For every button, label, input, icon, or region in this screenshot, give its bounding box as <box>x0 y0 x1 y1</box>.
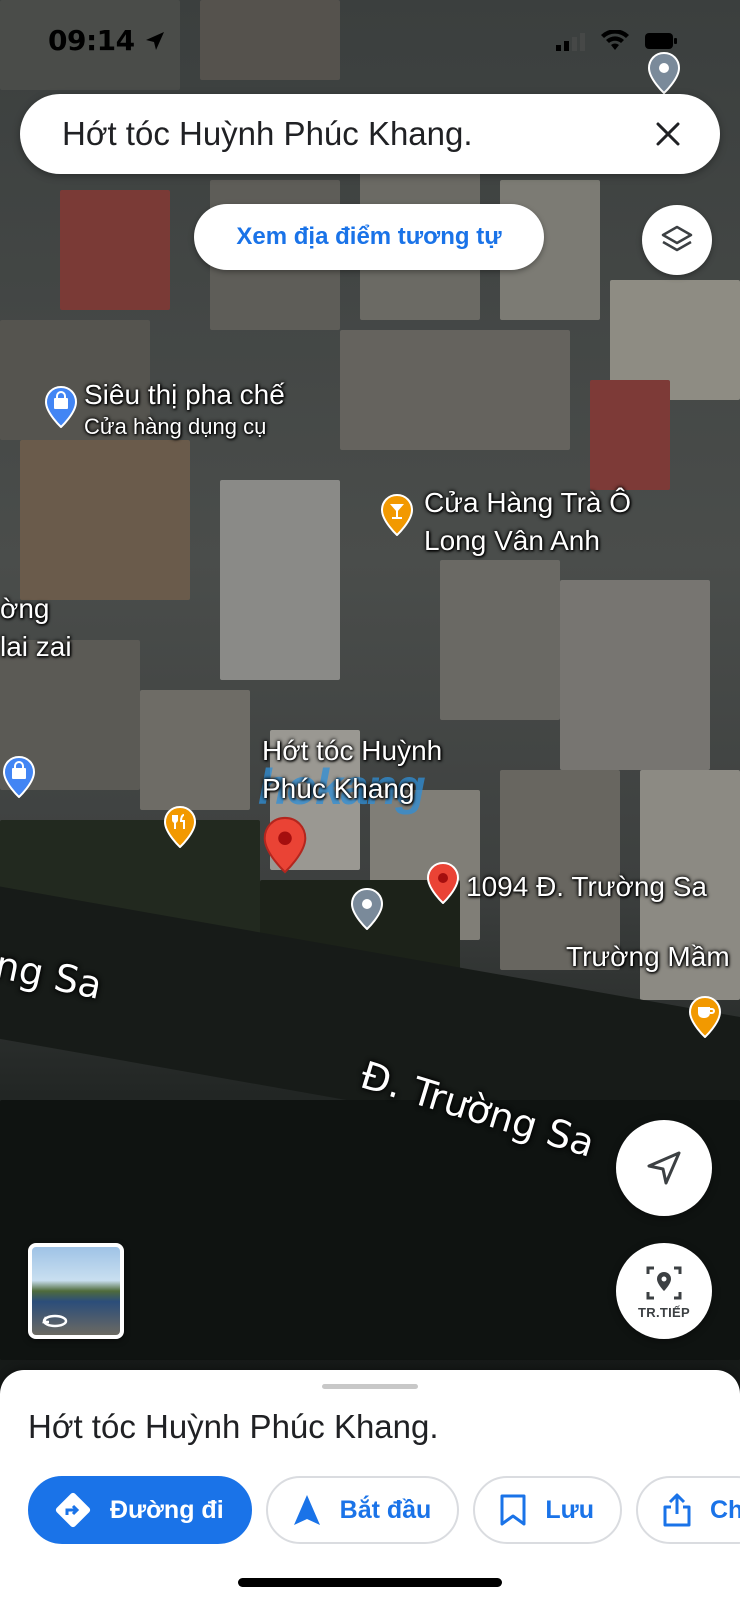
layers-icon <box>661 225 693 252</box>
poi-label[interactable]: Trường Mầm <box>566 940 730 974</box>
restaurant-icon[interactable] <box>163 806 197 848</box>
location-pin-icon[interactable] <box>350 888 384 930</box>
start-navigation-button[interactable]: Bắt đầu <box>265 1476 460 1544</box>
location-arrow-icon <box>146 32 164 50</box>
street-view-label: TR.TIẾP <box>638 1304 690 1320</box>
directions-label: Đường đi <box>110 1495 224 1524</box>
poi-label[interactable]: Long Vân Anh <box>424 524 600 558</box>
place-actions: Đường đi Bắt đầu Lưu Ch <box>28 1476 740 1544</box>
search-input[interactable]: Hớt tóc Huỳnh Phúc Khang. <box>62 115 638 153</box>
selected-place-label[interactable]: Hớt tóc Huỳnh <box>262 734 442 768</box>
poi-category: Cửa hàng dụng cụ <box>84 414 267 439</box>
coffee-icon[interactable] <box>688 996 722 1038</box>
map-layers-button[interactable] <box>642 205 712 275</box>
poi-label[interactable]: Cửa Hàng Trà Ô <box>424 486 631 520</box>
cellular-signal-icon <box>556 33 585 51</box>
my-location-button[interactable] <box>616 1120 712 1216</box>
share-icon <box>663 1493 691 1527</box>
address-label[interactable]: 1094 Đ. Trường Sa <box>466 870 707 904</box>
share-label: Ch <box>709 1495 740 1524</box>
selected-place-label[interactable]: Phúc Khang <box>262 772 415 806</box>
save-button[interactable]: Lưu <box>473 1476 622 1544</box>
navigation-icon <box>293 1495 320 1525</box>
wifi-icon <box>601 30 629 50</box>
start-label: Bắt đầu <box>339 1495 432 1524</box>
selected-place-pin-icon[interactable] <box>262 816 308 874</box>
street-view-button[interactable]: TR.TIẾP <box>616 1243 712 1339</box>
similar-places-button[interactable]: Xem địa điểm tương tự <box>194 204 544 270</box>
directions-icon <box>55 1492 91 1528</box>
poi-label[interactable]: Siêu thị pha chế <box>84 378 285 412</box>
battery-icon <box>645 33 677 49</box>
share-button[interactable]: Ch <box>635 1476 740 1544</box>
status-icons <box>556 30 678 52</box>
address-pin-icon[interactable] <box>426 862 460 904</box>
search-bar[interactable]: Hớt tóc Huỳnh Phúc Khang. <box>20 94 720 174</box>
shopping-bag-icon[interactable] <box>44 386 78 428</box>
sheet-drag-handle[interactable] <box>322 1384 418 1389</box>
directions-button[interactable]: Đường đi <box>28 1476 252 1544</box>
save-label: Lưu <box>545 1495 594 1524</box>
place-bottom-sheet[interactable]: Hớt tóc Huỳnh Phúc Khang. Đường đi Bắt đ… <box>0 1370 740 1600</box>
poi-label[interactable]: ờng <box>0 592 50 626</box>
bookmark-icon <box>500 1494 526 1526</box>
shopping-bag-icon[interactable] <box>2 756 36 798</box>
status-time: 09:14 <box>48 24 135 57</box>
street-view-thumbnail[interactable] <box>28 1243 124 1339</box>
clear-search-button[interactable] <box>638 104 698 164</box>
place-title[interactable]: Hớt tóc Huỳnh Phúc Khang. <box>28 1408 439 1446</box>
close-icon <box>656 122 680 146</box>
location-pin-icon[interactable] <box>647 52 681 94</box>
rotate-360-icon <box>42 1314 68 1328</box>
navigation-arrow-icon <box>647 1151 681 1185</box>
home-indicator[interactable] <box>238 1578 502 1587</box>
cocktail-icon[interactable] <box>380 494 414 536</box>
street-view-pin-icon <box>646 1266 682 1299</box>
poi-label[interactable]: lai zai <box>0 630 72 664</box>
